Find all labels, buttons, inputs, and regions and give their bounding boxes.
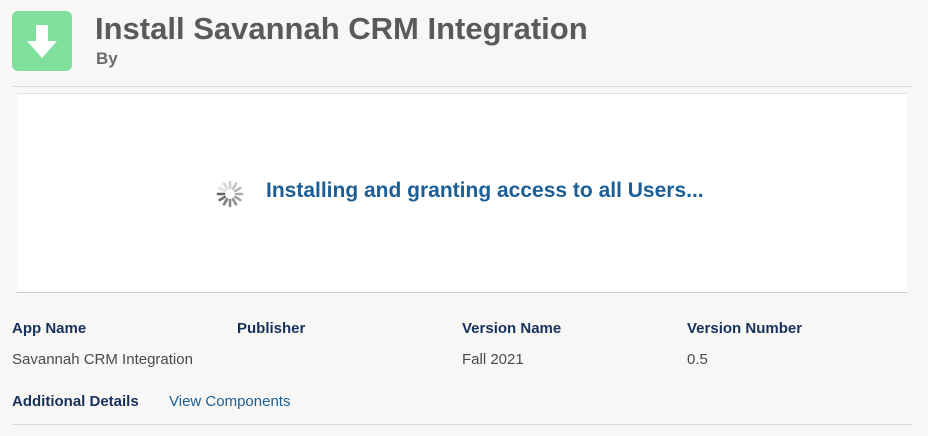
header-divider — [12, 86, 912, 87]
version-number-header: Version Number — [687, 320, 803, 337]
loading-spinner-icon — [216, 180, 244, 208]
view-components-link[interactable]: View Components — [169, 393, 290, 411]
install-status-message: Installing and granting access to all Us… — [266, 179, 704, 202]
app-name-header: App Name — [12, 320, 87, 337]
additional-details-label: Additional Details — [12, 393, 139, 410]
app-name-value: Savannah CRM Integration — [12, 351, 193, 368]
version-name-value: Fall 2021 — [462, 351, 524, 368]
version-number-value: 0.5 — [687, 351, 708, 368]
publisher-by-label: By — [96, 49, 118, 68]
page-title: Install Savannah CRM Integration — [95, 11, 588, 46]
download-arrow-icon — [12, 11, 72, 71]
footer-divider — [12, 424, 912, 425]
publisher-header: Publisher — [237, 320, 306, 337]
app-header: Install Savannah CRM Integration By — [0, 0, 928, 86]
install-status-panel: Installing and granting access to all Us… — [17, 93, 907, 293]
version-name-header: Version Name — [462, 320, 562, 337]
